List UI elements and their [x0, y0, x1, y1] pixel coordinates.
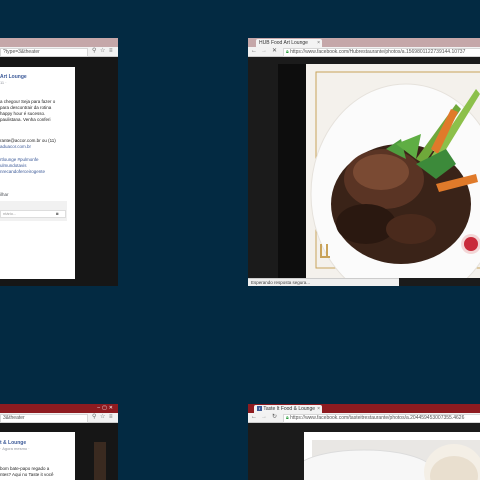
tab-strip: f Taste It Food & Lounge × [248, 404, 480, 413]
close-icon[interactable]: ✕ [272, 48, 277, 55]
food-photo[interactable] [304, 432, 480, 480]
website-link[interactable]: aduacor.com.br [0, 144, 31, 150]
dish-illustration [304, 432, 480, 480]
address-bar: ← → ↻ 🔒︎ https://www.facebook.com/tastei… [248, 413, 480, 423]
lock-icon: 🔒︎ [286, 415, 289, 421]
browser-window-2: HUB Food Art Lounge × ← → ✕ 🔒︎ https://w… [248, 38, 480, 286]
post-meta: 11 · [0, 80, 7, 85]
comment-area: ntário... ◙ [0, 201, 67, 221]
side-thumb [94, 442, 106, 480]
tab-title: HUB Food Art Lounge [259, 40, 308, 46]
camera-icon[interactable]: ◙ [56, 210, 58, 217]
tab-title: Taste It Food & Lounge [263, 406, 316, 412]
url-field[interactable]: 3&theater [0, 414, 88, 423]
window-controls[interactable]: –▢✕ [97, 405, 115, 411]
facebook-icon: f [257, 406, 262, 411]
arrow-right-icon[interactable]: → [261, 414, 267, 421]
star-icon[interactable]: ☆ [100, 414, 105, 421]
hashtag-line[interactable]: nrecandoferceirogente [0, 169, 45, 175]
hamburger-menu-icon[interactable]: ≡ [109, 48, 113, 55]
post-meta: · Agora mesmo · [0, 446, 30, 451]
share-action[interactable]: ilhar [0, 192, 9, 198]
search-icon[interactable]: ⚲ [92, 48, 96, 55]
browser-window-1: ?type=3&theater ⚲ ☆ ≡ Art Lounge 11 · a … [0, 38, 118, 286]
status-bar: Esperando resposta segura... [248, 278, 399, 286]
address-bar: 3&theater ⚲ ☆ ≡ [0, 413, 118, 423]
browser-window-3: –▢✕ 3&theater ⚲ ☆ ≡ t & Lounge · Agora m… [0, 404, 118, 480]
post-panel: Art Lounge 11 · a chegou! Seja para faze… [0, 67, 75, 279]
post-text-line: paulistana. Venha conferi [0, 117, 51, 122]
url-text: https://www.facebook.com/Hubrestaurante/… [290, 49, 466, 55]
close-icon[interactable]: × [317, 405, 320, 413]
close-icon[interactable]: × [317, 39, 320, 47]
star-icon[interactable]: ☆ [100, 48, 105, 55]
post-text-line: ntes? Aqui no Taste it você [0, 472, 54, 477]
reload-icon[interactable]: ↻ [272, 414, 277, 421]
post-panel: t & Lounge · Agora mesmo · bom bate-papo… [0, 432, 75, 480]
food-photo[interactable] [306, 64, 480, 278]
arrow-left-icon[interactable]: ← [251, 414, 257, 421]
tab-strip [0, 38, 118, 47]
tab-strip: –▢✕ [0, 404, 118, 413]
arrow-right-icon[interactable]: → [261, 48, 267, 55]
address-bar: ?type=3&theater ⚲ ☆ ≡ [0, 47, 118, 57]
browser-window-4: f Taste It Food & Lounge × ← → ↻ 🔒︎ http… [248, 404, 480, 480]
arrow-left-icon[interactable]: ← [251, 48, 257, 55]
tab-hub-food-art-lounge[interactable]: HUB Food Art Lounge × [256, 39, 322, 47]
search-icon[interactable]: ⚲ [92, 414, 96, 421]
url-field[interactable]: 🔒︎ https://www.facebook.com/tasteitresta… [283, 414, 480, 423]
photo-left-strip [278, 64, 306, 278]
dish-illustration [306, 64, 480, 278]
url-text: https://www.facebook.com/tasteitrestaura… [290, 415, 465, 421]
lock-icon: 🔒︎ [286, 49, 289, 55]
tab-strip: HUB Food Art Lounge × [248, 38, 480, 47]
tab-taste-it[interactable]: f Taste It Food & Lounge × [254, 405, 322, 413]
address-bar: ← → ✕ 🔒︎ https://www.facebook.com/Hubres… [248, 47, 480, 57]
url-field[interactable]: ?type=3&theater [0, 48, 88, 57]
url-field[interactable]: 🔒︎ https://www.facebook.com/Hubrestauran… [283, 48, 480, 57]
hamburger-menu-icon[interactable]: ≡ [109, 414, 113, 421]
